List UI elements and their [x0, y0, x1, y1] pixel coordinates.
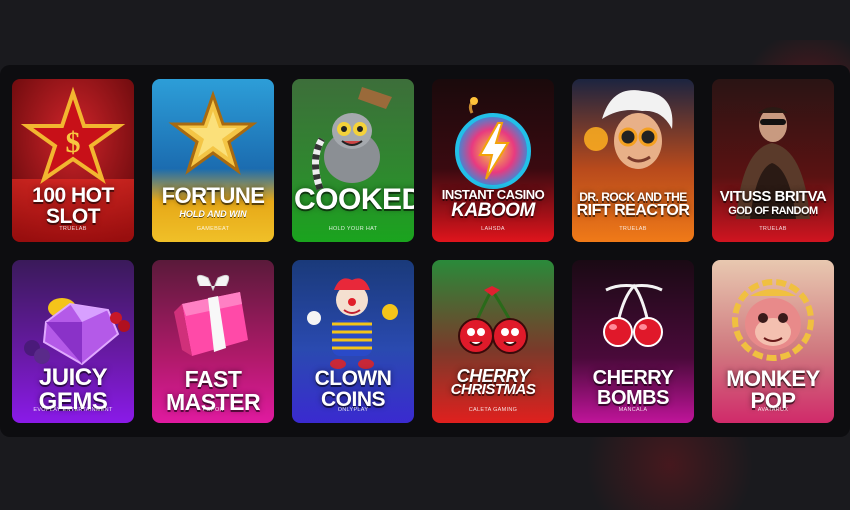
game-title: MONKEY POP	[726, 366, 820, 413]
game-title: 100 HOT SLOT	[32, 184, 114, 228]
game-provider: HOLD YOUR HAT	[328, 226, 378, 232]
game-card-cherry-bombs[interactable]: CHERRY BOMBS MANCALA	[572, 260, 694, 423]
svg-text:$: $	[66, 126, 81, 159]
game-subtitle: CHRISTMAS	[450, 381, 536, 398]
game-title: CLOWN COINS	[314, 367, 392, 411]
game-card-cherry-christmas[interactable]: CHERRY CHRISTMAS CALETA GAMING	[432, 260, 554, 423]
game-title: FORTUNE	[161, 183, 265, 208]
games-panel: $ 100 HOT SLOT TRUELAB FORTUNE HOLD AND …	[0, 65, 850, 437]
cherry-characters-icon	[432, 260, 554, 423]
games-grid: $ 100 HOT SLOT TRUELAB FORTUNE HOLD AND …	[12, 79, 834, 423]
game-title: COOKED	[294, 183, 414, 216]
game-provider: POPOK	[202, 407, 224, 413]
game-provider: EVOPLAY ENTERTAINMENT	[33, 407, 113, 413]
game-provider: TRUELAB	[59, 226, 87, 232]
game-subtitle: KABOOM	[451, 200, 535, 221]
game-provider: ONLYPLAY	[337, 407, 369, 413]
game-card-dr-rock-rift-reactor[interactable]: DR. ROCK AND THE RIFT REACTOR TRUELAB	[572, 79, 694, 242]
game-card-cooked[interactable]: COOKED HOLD YOUR HAT	[292, 79, 414, 242]
game-provider: TRUELAB	[619, 226, 647, 232]
lemur-chef-icon	[292, 79, 414, 242]
game-provider: AVATARUX	[757, 407, 789, 413]
game-card-fast-master[interactable]: FAST MASTER POPOK	[152, 260, 274, 423]
game-provider: MANCALA	[618, 407, 648, 413]
game-card-100-hot-slot[interactable]: $ 100 HOT SLOT TRUELAB	[12, 79, 134, 242]
game-subtitle: RIFT REACTOR	[576, 202, 690, 219]
game-card-clown-coins[interactable]: CLOWN COINS ONLYPLAY	[292, 260, 414, 423]
gangster-icon	[712, 79, 834, 242]
game-subtitle: GOD OF RANDOM	[728, 205, 818, 217]
game-title: VITUSS BRITVA	[719, 188, 827, 205]
game-card-juicy-gems[interactable]: JUICY GEMS EVOPLAY ENTERTAINMENT	[12, 260, 134, 423]
game-card-vituss-britva[interactable]: VITUSS BRITVA GOD OF RANDOM TRUELAB	[712, 79, 834, 242]
game-provider: TRUELAB	[759, 226, 787, 232]
game-card-fortune[interactable]: FORTUNE HOLD AND WIN GAMEBEAT	[152, 79, 274, 242]
game-provider: GAMEBEAT	[196, 226, 230, 232]
game-card-instant-casino-kaboom[interactable]: INSTANT CASINO KABOOM LAHSDA	[432, 79, 554, 242]
game-title: CHERRY BOMBS	[592, 367, 674, 409]
game-subtitle: HOLD AND WIN	[179, 209, 247, 219]
game-provider: CALETA GAMING	[468, 407, 518, 413]
game-card-monkey-pop[interactable]: MONKEY POP AVATARUX	[712, 260, 834, 423]
game-provider: LAHSDA	[481, 226, 505, 232]
